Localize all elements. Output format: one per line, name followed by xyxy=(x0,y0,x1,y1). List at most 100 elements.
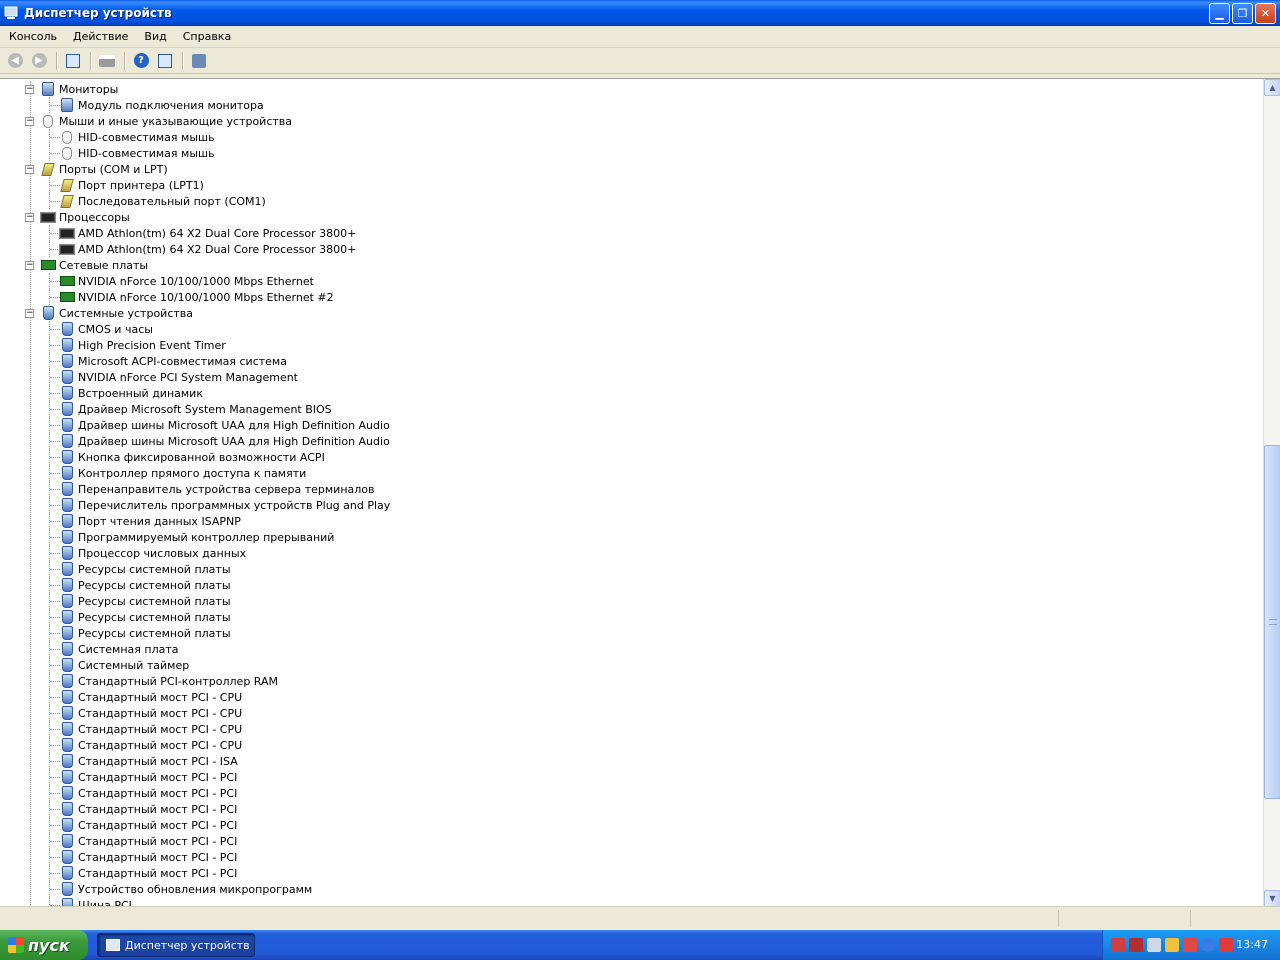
system-device-icon xyxy=(59,401,75,417)
tree-device-item[interactable]: CMOS и часы xyxy=(59,321,153,337)
scan-hardware-button[interactable] xyxy=(188,50,210,72)
tree-device-item[interactable]: Последовательный порт (COM1) xyxy=(59,193,266,209)
tray-volume-icon[interactable] xyxy=(1147,938,1161,952)
back-button[interactable]: ◀ xyxy=(4,50,26,72)
scroll-thumb[interactable] xyxy=(1264,445,1280,799)
tree-device-item[interactable]: Стандартный мост PCI - PCI xyxy=(59,801,237,817)
tree-category[interactable]: Сетевые платы xyxy=(40,257,148,273)
tree-device-item[interactable]: Системная плата xyxy=(59,641,179,657)
tree-device-item[interactable]: Встроенный динамик xyxy=(59,385,203,401)
tree-item-label: Ресурсы системной платы xyxy=(78,626,231,640)
tree-device-item[interactable]: Перенаправитель устройства сервера терми… xyxy=(59,481,375,497)
tray-power-icon[interactable] xyxy=(1201,938,1215,952)
tree-device-item[interactable]: Ресурсы системной платы xyxy=(59,561,231,577)
properties-button[interactable] xyxy=(154,50,176,72)
tree-device-item[interactable]: Порт принтера (LPT1) xyxy=(59,177,204,193)
tree-device-item[interactable]: Стандартный мост PCI - PCI xyxy=(59,817,237,833)
tree-device-item[interactable]: Ресурсы системной платы xyxy=(59,593,231,609)
tree-device-item[interactable]: Стандартный мост PCI - PCI xyxy=(59,833,237,849)
tree-device-item[interactable]: Microsoft ACPI-совместимая система xyxy=(59,353,287,369)
tree-device-item[interactable]: Устройство обновления микропрограмм xyxy=(59,881,312,897)
tree-device-item[interactable]: Стандартный мост PCI - PCI xyxy=(59,769,237,785)
restore-button[interactable]: ❐ xyxy=(1232,3,1253,24)
tree-device-item[interactable]: Порт чтения данных ISAPNP xyxy=(59,513,241,529)
tree-category[interactable]: Порты (COM и LPT) xyxy=(40,161,168,177)
tree-item-label: Драйвер Microsoft System Management BIOS xyxy=(78,402,332,416)
tray-network-icon[interactable] xyxy=(1129,938,1143,952)
collapse-toggle[interactable]: − xyxy=(25,213,34,222)
tree-device-item[interactable]: Шина PCI xyxy=(59,897,132,906)
tree-device-item[interactable]: Системный таймер xyxy=(59,657,189,673)
tree-device-item[interactable]: AMD Athlon(tm) 64 X2 Dual Core Processor… xyxy=(59,241,356,257)
tray-speaker-icon[interactable] xyxy=(1165,938,1179,952)
vertical-scrollbar[interactable]: ▲ ▼ xyxy=(1263,79,1280,906)
system-device-icon-glyph xyxy=(61,434,73,448)
tree-line xyxy=(49,865,50,881)
tree-device-item[interactable]: Стандартный PCI-контроллер RAM xyxy=(59,673,278,689)
scroll-down-button[interactable]: ▼ xyxy=(1264,890,1280,906)
tray-antivirus-icon[interactable] xyxy=(1111,938,1125,952)
tray-safely-remove-icon[interactable] xyxy=(1219,938,1233,952)
tree-item-label: Шина PCI xyxy=(78,898,132,907)
monitor-icon xyxy=(40,81,56,97)
tree-device-item[interactable]: NVIDIA nForce 10/100/1000 Mbps Ethernet xyxy=(59,273,314,289)
tree-device-item[interactable]: Стандартный мост PCI - CPU xyxy=(59,689,242,705)
tree-device-item[interactable]: NVIDIA nForce PCI System Management xyxy=(59,369,298,385)
collapse-toggle[interactable]: − xyxy=(25,117,34,126)
collapse-toggle[interactable]: − xyxy=(25,165,34,174)
tray-clock[interactable]: 13:47 xyxy=(1236,938,1268,951)
collapse-toggle[interactable]: − xyxy=(25,261,34,270)
collapse-toggle[interactable]: − xyxy=(25,85,34,94)
tree-device-item[interactable]: Ресурсы системной платы xyxy=(59,625,231,641)
tree-device-item[interactable]: High Precision Event Timer xyxy=(59,337,226,353)
tree-device-item[interactable]: Кнопка фиксированной возможности ACPI xyxy=(59,449,325,465)
show-hide-tree-button[interactable] xyxy=(62,50,84,72)
tree-device-item[interactable]: HID-совместимая мышь xyxy=(59,129,215,145)
tree-item-label: Стандартный мост PCI - PCI xyxy=(78,850,238,864)
close-button[interactable]: ✕ xyxy=(1255,3,1276,24)
tray-language-flag-icon[interactable] xyxy=(1183,938,1197,952)
tree-device-item[interactable]: Стандартный мост PCI - PCI xyxy=(59,785,237,801)
cpu-icon-glyph xyxy=(41,212,55,222)
tree-device-item[interactable]: Стандартный мост PCI - CPU xyxy=(59,705,242,721)
tree-device-item[interactable]: Стандартный мост PCI - PCI xyxy=(59,849,237,865)
tree-device-item[interactable]: Контроллер прямого доступа к памяти xyxy=(59,465,306,481)
menu-view[interactable]: Вид xyxy=(137,30,173,43)
tree-device-item[interactable]: Драйвер Microsoft System Management BIOS xyxy=(59,401,332,417)
tree-device-item[interactable]: Перечислитель программных устройств Plug… xyxy=(59,497,390,513)
tree-device-item[interactable]: Стандартный мост PCI - PCI xyxy=(59,865,237,881)
scroll-grip-icon xyxy=(1269,619,1277,625)
tree-device-item[interactable]: Программируемый контроллер прерываний xyxy=(59,529,334,545)
tree-device-item[interactable]: Модуль подключения монитора xyxy=(59,97,264,113)
title-bar[interactable]: Диспетчер устройств ▁ ❐ ✕ xyxy=(0,0,1280,26)
print-button[interactable] xyxy=(96,50,118,72)
taskbar-button-device-manager[interactable]: Диспетчер устройств xyxy=(97,933,255,957)
tree-device-item[interactable]: Стандартный мост PCI - CPU xyxy=(59,737,242,753)
scroll-up-button[interactable]: ▲ xyxy=(1264,79,1280,96)
forward-button[interactable]: ▶ xyxy=(28,50,50,72)
help-button[interactable]: ? xyxy=(130,50,152,72)
tree-category[interactable]: Системные устройства xyxy=(40,305,193,321)
menu-help[interactable]: Справка xyxy=(176,30,238,43)
tree-category[interactable]: Процессоры xyxy=(40,209,130,225)
collapse-toggle[interactable]: − xyxy=(25,309,34,318)
device-tree-pane[interactable]: − Мониторы Модуль подключения монитора − Мыш… xyxy=(0,78,1280,906)
tree-device-item[interactable]: Стандартный мост PCI - ISA xyxy=(59,753,238,769)
tree-device-item[interactable]: Драйвер шины Microsoft UAA для High Defi… xyxy=(59,417,390,433)
tree-category[interactable]: Мыши и иные указывающие устройства xyxy=(40,113,292,129)
menu-action[interactable]: Действие xyxy=(66,30,135,43)
tree-device-item[interactable]: HID-совместимая мышь xyxy=(59,145,215,161)
minimize-button[interactable]: ▁ xyxy=(1209,3,1230,24)
tree-device-item[interactable]: Ресурсы системной платы xyxy=(59,609,231,625)
tree-device-item[interactable]: AMD Athlon(tm) 64 X2 Dual Core Processor… xyxy=(59,225,356,241)
start-button[interactable]: пуск xyxy=(0,930,88,960)
tree-category[interactable]: Мониторы xyxy=(40,81,118,97)
menu-console[interactable]: Консоль xyxy=(2,30,64,43)
tree-device-item[interactable]: Процессор числовых данных xyxy=(59,545,246,561)
tree-device-item[interactable]: Драйвер шины Microsoft UAA для High Defi… xyxy=(59,433,390,449)
tree-device-item[interactable]: NVIDIA nForce 10/100/1000 Mbps Ethernet … xyxy=(59,289,334,305)
tree-device-item[interactable]: Ресурсы системной платы xyxy=(59,577,231,593)
system-device-icon-glyph xyxy=(61,738,73,752)
tree-device-item[interactable]: Стандартный мост PCI - CPU xyxy=(59,721,242,737)
monitor-icon xyxy=(59,97,75,113)
